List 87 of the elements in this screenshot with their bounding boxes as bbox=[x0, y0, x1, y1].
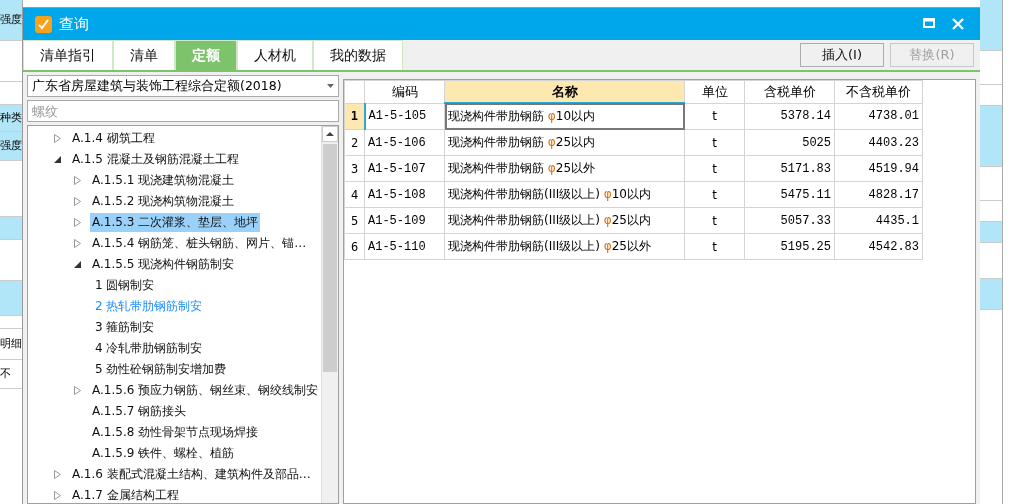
caret-icon bbox=[327, 84, 334, 88]
tree-item[interactable]: 2 热轧带肋钢筋制安 bbox=[93, 297, 205, 316]
library-dropdown[interactable]: 广东省房屋建筑与装饰工程综合定额(2018) bbox=[27, 75, 339, 97]
table-cell: t bbox=[684, 207, 745, 234]
table-cell: 4828.17 bbox=[834, 181, 923, 208]
table-cell: 5378.14 bbox=[744, 103, 835, 130]
app-logo-icon bbox=[35, 15, 52, 33]
row-number[interactable]: 2 bbox=[344, 129, 365, 156]
tree-item[interactable]: A.1.4 砌筑工程 bbox=[70, 129, 157, 148]
row-number[interactable]: 3 bbox=[344, 155, 365, 182]
table-cell: 4738.01 bbox=[834, 103, 923, 130]
table-cell: 现浇构件带肋钢筋 φ10以内 bbox=[444, 103, 685, 130]
tree-item[interactable]: A.1.6 装配式混凝土结构、建筑构件及部品… bbox=[70, 465, 313, 484]
column-header[interactable]: 单位 bbox=[684, 80, 745, 103]
tree-item[interactable]: A.1.5.2 现浇构筑物混凝土 bbox=[90, 192, 237, 211]
row-number[interactable]: 6 bbox=[344, 233, 365, 260]
table-cell: 4403.23 bbox=[834, 129, 923, 156]
background-text: 明细 bbox=[0, 337, 22, 351]
table-cell: 5195.25 bbox=[744, 233, 835, 260]
table-cell: 现浇构件带肋钢筋(III级以上) φ10以内 bbox=[444, 181, 685, 208]
expand-triangle-icon[interactable] bbox=[73, 176, 82, 185]
table-cell: 5171.83 bbox=[744, 155, 835, 182]
table-cell: t bbox=[684, 233, 745, 260]
table-cell: 现浇构件带肋钢筋 φ25以内 bbox=[444, 129, 685, 156]
table-cell: t bbox=[684, 103, 745, 130]
table-cell: 现浇构件带肋钢筋(III级以上) φ25以内 bbox=[444, 207, 685, 234]
tree-item[interactable]: A.1.5.6 预应力钢筋、钢丝束、钢绞线制安 bbox=[90, 381, 321, 400]
expand-triangle-icon[interactable] bbox=[73, 239, 82, 248]
background-text: 不 bbox=[0, 367, 11, 381]
table-cell: t bbox=[684, 181, 745, 208]
collapse-triangle-icon[interactable] bbox=[73, 260, 82, 269]
tree-item[interactable]: A.1.5.3 二次灌浆、垫层、地坪 bbox=[90, 213, 261, 232]
background-text: 强度 bbox=[0, 13, 22, 27]
expand-triangle-icon[interactable] bbox=[73, 386, 82, 395]
maximize-icon[interactable] bbox=[923, 18, 935, 28]
insert-button[interactable]: 插入(I) bbox=[800, 43, 884, 67]
row-number[interactable]: 1 bbox=[344, 103, 365, 130]
background-text: 种类 bbox=[0, 111, 22, 125]
table-cell: A1-5-109 bbox=[364, 207, 445, 234]
table-cell: 4542.83 bbox=[834, 233, 923, 260]
tree-item[interactable]: 3 箍筋制安 bbox=[93, 318, 157, 337]
table-cell: 5025 bbox=[744, 129, 835, 156]
table-cell: A1-5-108 bbox=[364, 181, 445, 208]
collapse-triangle-icon[interactable] bbox=[53, 155, 62, 164]
table-cell: 现浇构件带肋钢筋 φ25以外 bbox=[444, 155, 685, 182]
table-cell: A1-5-107 bbox=[364, 155, 445, 182]
tab[interactable]: 人材机 bbox=[237, 40, 313, 70]
tree-item[interactable]: A.1.5.5 现浇构件钢筋制安 bbox=[90, 255, 237, 274]
column-header[interactable]: 编码 bbox=[364, 80, 445, 103]
tab[interactable]: 清单指引 bbox=[23, 40, 113, 70]
column-header[interactable]: 不含税单价 bbox=[834, 80, 923, 103]
scrollbar-thumb[interactable] bbox=[323, 144, 337, 372]
expand-triangle-icon[interactable] bbox=[53, 491, 62, 500]
expand-triangle-icon[interactable] bbox=[53, 470, 62, 479]
table-cell: 4435.1 bbox=[834, 207, 923, 234]
row-number[interactable]: 5 bbox=[344, 207, 365, 234]
tree-item[interactable]: A.1.5.9 铁件、螺栓、植筋 bbox=[90, 444, 237, 463]
tree-item[interactable]: A.1.5.8 劲性骨架节点现场焊接 bbox=[90, 423, 261, 442]
background-text: 强度 bbox=[0, 139, 22, 153]
table-cell: 现浇构件带肋钢筋(III级以上) φ25以外 bbox=[444, 233, 685, 260]
expand-triangle-icon[interactable] bbox=[73, 218, 82, 227]
table-cell: 5475.11 bbox=[744, 181, 835, 208]
table-cell: A1-5-106 bbox=[364, 129, 445, 156]
table-cell: t bbox=[684, 129, 745, 156]
window-title: 查询 bbox=[59, 14, 90, 34]
tree-item[interactable]: A.1.7 金属结构工程 bbox=[70, 486, 181, 503]
table-cell: 4519.94 bbox=[834, 155, 923, 182]
tab[interactable]: 清单 bbox=[113, 40, 175, 70]
column-header[interactable]: 名称 bbox=[444, 80, 685, 103]
table-cell: t bbox=[684, 155, 745, 182]
expand-triangle-icon[interactable] bbox=[73, 197, 82, 206]
column-header[interactable]: 含税单价 bbox=[744, 80, 835, 103]
row-number[interactable]: 4 bbox=[344, 181, 365, 208]
tree-item[interactable]: A.1.5.1 现浇建筑物混凝土 bbox=[90, 171, 237, 190]
table-cell: A1-5-105 bbox=[364, 103, 445, 130]
close-icon[interactable] bbox=[952, 18, 964, 30]
search-field[interactable]: 螺纹 bbox=[27, 100, 339, 122]
tree-item[interactable]: 1 圆钢制安 bbox=[93, 276, 157, 295]
tree-item[interactable]: A.1.5 混凝土及钢筋混凝土工程 bbox=[70, 150, 241, 169]
expand-triangle-icon[interactable] bbox=[53, 134, 62, 143]
tree-item[interactable]: A.1.5.7 钢筋接头 bbox=[90, 402, 189, 421]
tab[interactable]: 我的数据 bbox=[313, 40, 403, 70]
tree-item[interactable]: 4 冷轧带肋钢筋制安 bbox=[93, 339, 205, 358]
tree-item[interactable]: 5 劲性砼钢筋制安增加费 bbox=[93, 360, 229, 379]
table-cell: 5057.33 bbox=[744, 207, 835, 234]
tree-item[interactable]: A.1.5.4 钢筋笼、桩头钢筋、网片、锚… bbox=[90, 234, 309, 253]
table-cell: A1-5-110 bbox=[364, 233, 445, 260]
